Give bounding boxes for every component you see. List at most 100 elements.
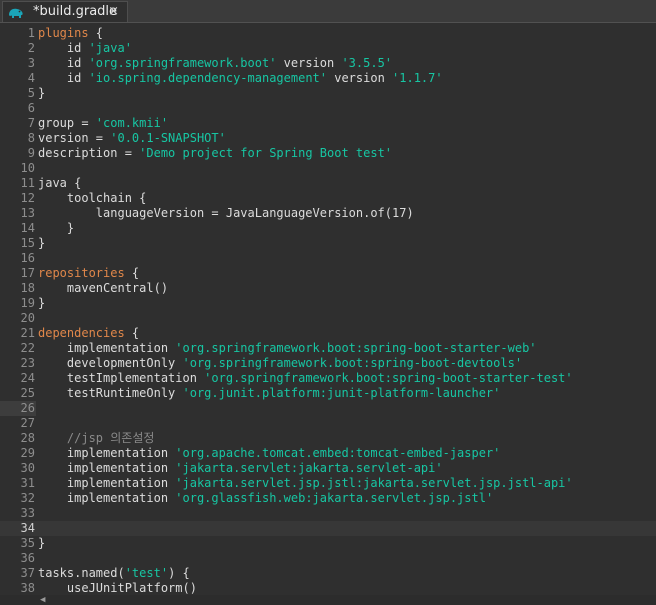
code-text: id 'org.springframework.boot' version '3… bbox=[38, 56, 392, 71]
code-line[interactable]: 34 bbox=[0, 521, 656, 536]
tab-title: *build.gradle bbox=[33, 4, 118, 19]
code-text: testRuntimeOnly 'org.junit.platform:juni… bbox=[38, 386, 501, 401]
code-line[interactable]: 2 id 'java' bbox=[0, 41, 656, 56]
line-number: 4 bbox=[27, 71, 35, 85]
code-line[interactable]: 23 developmentOnly 'org.springframework.… bbox=[0, 356, 656, 371]
code-line[interactable]: 9 description = 'Demo project for Spring … bbox=[0, 146, 656, 161]
code-token: implementation bbox=[38, 476, 176, 490]
code-token: mavenCentral() bbox=[38, 281, 169, 295]
code-line[interactable]: 6 bbox=[0, 101, 656, 116]
code-text: implementation 'org.apache.tomcat.embed:… bbox=[38, 446, 501, 461]
code-line[interactable]: 18 mavenCentral() bbox=[0, 281, 656, 296]
line-number: 36 bbox=[20, 551, 35, 565]
code-line[interactable]: 25 testRuntimeOnly 'org.junit.platform:j… bbox=[0, 386, 656, 401]
code-line[interactable]: 8 version = '0.0.1-SNAPSHOT' bbox=[0, 131, 656, 146]
line-number: 5 bbox=[27, 86, 35, 100]
code-text: java { bbox=[38, 176, 81, 191]
line-number: 25 bbox=[20, 386, 35, 400]
code-line[interactable]: 31 implementation 'jakarta.servlet.jsp.j… bbox=[0, 476, 656, 491]
horizontal-scrollbar[interactable]: ◀ bbox=[0, 595, 656, 605]
code-token: ) { bbox=[168, 566, 190, 580]
string-token: 'org.junit.platform:junit-platform-launc… bbox=[182, 386, 501, 400]
code-line[interactable]: 19} bbox=[0, 296, 656, 311]
line-number: 14 bbox=[20, 221, 35, 235]
code-line[interactable]: 16 bbox=[0, 251, 656, 266]
comment-token: //jsp 의존설정 bbox=[38, 431, 155, 445]
tab-build-gradle[interactable]: *build.gradle × bbox=[2, 1, 128, 22]
code-token: { bbox=[88, 26, 104, 40]
line-number: 32 bbox=[20, 491, 35, 505]
code-text: toolchain { bbox=[38, 191, 146, 206]
line-number: 19 bbox=[20, 296, 35, 310]
code-line[interactable]: 17 repositories { bbox=[0, 266, 656, 281]
code-line[interactable]: 30 implementation 'jakarta.servlet:jakar… bbox=[0, 461, 656, 476]
code-line[interactable]: 24 testImplementation 'org.springframewo… bbox=[0, 371, 656, 386]
gradle-elephant-icon bbox=[8, 6, 24, 18]
line-number: 30 bbox=[20, 461, 35, 475]
code-text: id 'io.spring.dependency-management' ver… bbox=[38, 71, 443, 86]
code-token: languageVersion = JavaLanguageVersion.of… bbox=[38, 206, 414, 220]
code-line[interactable]: 29 implementation 'org.apache.tomcat.emb… bbox=[0, 446, 656, 461]
code-line[interactable]: 7 group = 'com.kmii' bbox=[0, 116, 656, 131]
code-line[interactable]: 5} bbox=[0, 86, 656, 101]
code-token: developmentOnly bbox=[38, 356, 183, 370]
code-text: plugins { bbox=[38, 26, 103, 41]
code-token: } bbox=[38, 536, 46, 550]
code-token: implementation bbox=[38, 341, 176, 355]
code-text: } bbox=[38, 86, 45, 101]
string-token: 'org.springframework.boot:spring-boot-st… bbox=[204, 371, 573, 385]
code-line[interactable]: 33 bbox=[0, 506, 656, 521]
close-icon[interactable]: × bbox=[108, 2, 119, 22]
code-line[interactable]: 27 bbox=[0, 416, 656, 431]
code-line[interactable]: 36 bbox=[0, 551, 656, 566]
line-number: 9 bbox=[27, 146, 35, 160]
code-line[interactable]: 11 java { bbox=[0, 176, 656, 191]
code-line[interactable]: 12 toolchain { bbox=[0, 191, 656, 206]
code-line[interactable]: 1 plugins { bbox=[0, 26, 656, 41]
string-token: 'org.glassfish.web:jakarta.servlet.jsp.j… bbox=[175, 491, 494, 505]
code-line[interactable]: 13 languageVersion = JavaLanguageVersion… bbox=[0, 206, 656, 221]
code-line[interactable]: 15} bbox=[0, 236, 656, 251]
code-text: dependencies { bbox=[38, 326, 139, 341]
code-text: } bbox=[38, 536, 45, 551]
line-number: 1 bbox=[27, 26, 35, 40]
code-token: id bbox=[38, 41, 89, 55]
code-line[interactable]: 22 implementation 'org.springframework.b… bbox=[0, 341, 656, 356]
code-token: { bbox=[124, 266, 140, 280]
code-text: implementation 'jakarta.servlet:jakarta.… bbox=[38, 461, 443, 476]
code-text: tasks.named('test') { bbox=[38, 566, 190, 581]
scroll-left-arrow-icon[interactable]: ◀ bbox=[40, 595, 45, 605]
string-token: 'java' bbox=[88, 41, 132, 55]
line-number: 33 bbox=[20, 506, 35, 520]
code-line[interactable]: 14 } bbox=[0, 221, 656, 236]
code-token: } bbox=[38, 221, 75, 235]
code-line[interactable]: 4 id 'io.spring.dependency-management' v… bbox=[0, 71, 656, 86]
code-line[interactable]: 21 dependencies { bbox=[0, 326, 656, 341]
code-token: version bbox=[327, 71, 393, 85]
line-number: 31 bbox=[20, 476, 35, 490]
line-number: 16 bbox=[20, 251, 35, 265]
code-text: description = 'Demo project for Spring B… bbox=[38, 146, 392, 161]
code-token: java { bbox=[38, 176, 82, 190]
line-number: 29 bbox=[20, 446, 35, 460]
line-number: 12 bbox=[20, 191, 35, 205]
line-number: 38 bbox=[20, 581, 35, 595]
code-line[interactable]: 37 tasks.named('test') { bbox=[0, 566, 656, 581]
string-token: 'org.apache.tomcat.embed:tomcat-embed-ja… bbox=[175, 446, 501, 460]
code-line[interactable]: 28 //jsp 의존설정 bbox=[0, 431, 656, 446]
code-line[interactable]: 32 implementation 'org.glassfish.web:jak… bbox=[0, 491, 656, 506]
line-number: 24 bbox=[20, 371, 35, 385]
code-line[interactable]: 35} bbox=[0, 536, 656, 551]
code-token: toolchain { bbox=[38, 191, 147, 205]
code-line[interactable]: 38 useJUnitPlatform() bbox=[0, 581, 656, 596]
code-line[interactable]: 3 id 'org.springframework.boot' version … bbox=[0, 56, 656, 71]
code-text: implementation 'jakarta.servlet.jsp.jstl… bbox=[38, 476, 573, 491]
line-number: 3 bbox=[27, 56, 35, 70]
code-line[interactable]: 20 bbox=[0, 311, 656, 326]
line-number: 11 bbox=[20, 176, 35, 190]
line-number: 34 bbox=[20, 521, 35, 535]
code-line[interactable]: 26 bbox=[0, 401, 656, 416]
code-token: id bbox=[38, 56, 89, 70]
code-line[interactable]: 10 bbox=[0, 161, 656, 176]
code-editor[interactable]: 1 plugins {2 id 'java' 3 id 'org.springfra… bbox=[0, 23, 656, 605]
